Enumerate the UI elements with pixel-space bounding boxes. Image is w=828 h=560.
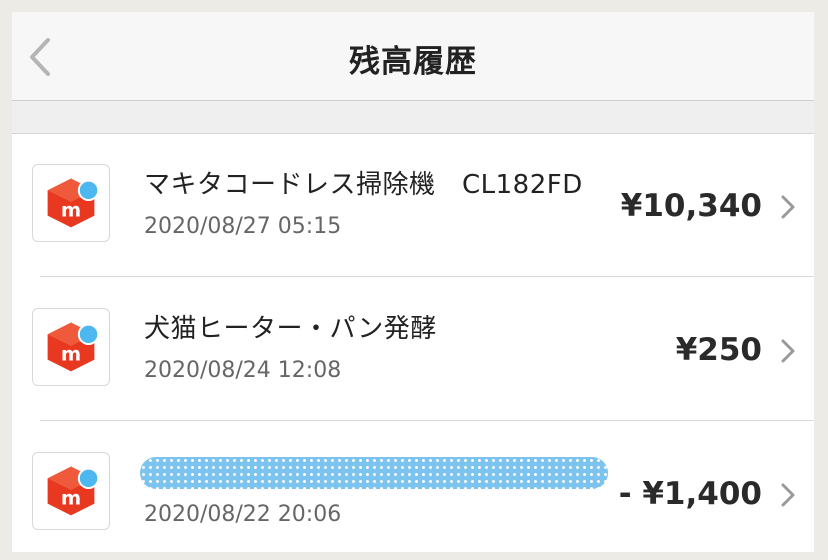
item-date: 2020/08/27 05:15: [144, 214, 342, 239]
nav-bar: 残高履歴: [12, 12, 814, 101]
list-item[interactable]: m マキタコードレス掃除機 CL182FD 2020/08/27 05:15 ¥…: [12, 134, 814, 277]
svg-text:m: m: [61, 487, 81, 510]
item-date: 2020/08/24 12:08: [144, 358, 342, 383]
svg-text:m: m: [61, 343, 81, 366]
svg-text:m: m: [61, 199, 81, 222]
list-item[interactable]: m 犬猫ヒーター・パン発酵 2020/08/24 12:08 ¥250: [12, 278, 814, 421]
item-amount: - ¥1,400: [618, 476, 762, 512]
section-spacer: [12, 101, 814, 134]
page-title: 残高履歴: [349, 44, 477, 80]
divider: [40, 420, 814, 421]
mercari-icon: m: [32, 308, 110, 386]
list-item[interactable]: m 2020/08/22 20:06 - ¥1,400: [12, 422, 814, 552]
chevron-right-icon: [781, 339, 795, 363]
item-title: マキタコードレス掃除機 CL182FD: [144, 170, 583, 200]
divider: [40, 276, 814, 277]
app-frame: 残高履歴 m マキタコードレス掃除機 CL182FD 2020/08/27 05…: [12, 12, 814, 552]
balance-history-list: m マキタコードレス掃除機 CL182FD 2020/08/27 05:15 ¥…: [12, 134, 814, 552]
redaction-overlay: [140, 457, 608, 489]
item-date: 2020/08/22 20:06: [144, 502, 342, 527]
mercari-icon: m: [32, 452, 110, 530]
item-title: 犬猫ヒーター・パン発酵: [144, 314, 437, 344]
item-amount: ¥10,340: [620, 188, 762, 224]
chevron-right-icon: [781, 483, 795, 507]
chevron-right-icon: [781, 195, 795, 219]
mercari-icon: m: [32, 164, 110, 242]
item-amount: ¥250: [675, 332, 762, 368]
